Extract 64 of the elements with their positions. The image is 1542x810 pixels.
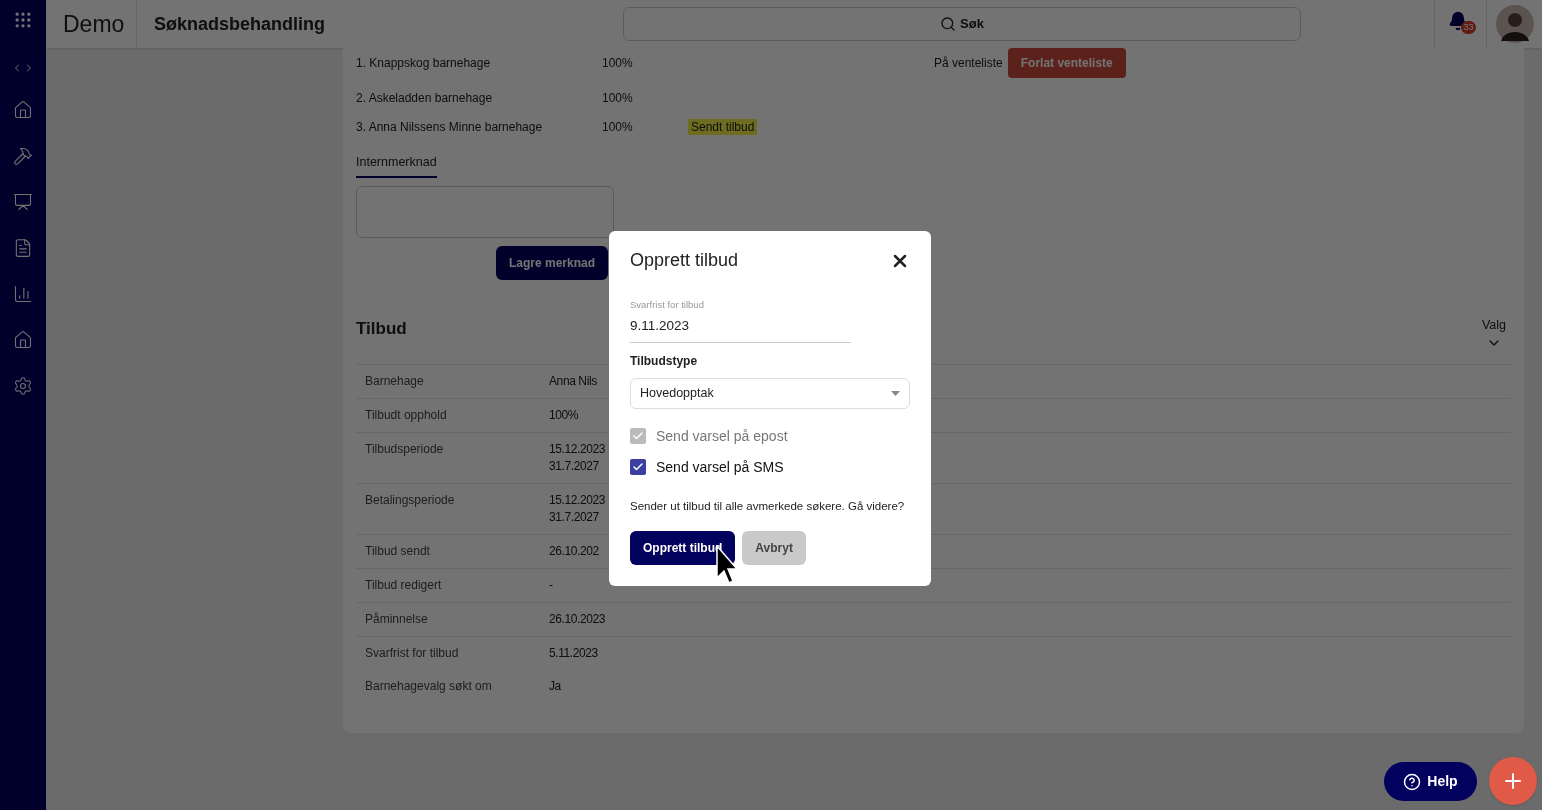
apps-grid-icon[interactable] — [13, 10, 33, 30]
field-label: Svarfrist for tilbud — [365, 644, 460, 662]
field-value: 15.12.2023 — [549, 440, 606, 458]
field-value: 100% — [549, 406, 579, 424]
field-label: Tilbudsperiode — [365, 440, 445, 458]
offer-type-label: Tilbudstype — [630, 352, 699, 370]
field-value: 26.10.2023 — [549, 610, 606, 628]
status-badge: Sendt tilbud — [688, 118, 758, 135]
tools-icon[interactable] — [13, 146, 33, 166]
checkbox-label: Send varsel på SMS — [656, 457, 784, 477]
share-percent: 100% — [602, 55, 634, 72]
cancel-button[interactable]: Avbryt — [742, 530, 806, 565]
field-value: 5.11.2023 — [549, 644, 598, 662]
field-label: Tilbud redigert — [365, 576, 443, 594]
search-icon — [940, 16, 957, 32]
field-value: Ja — [549, 677, 561, 695]
settings-icon[interactable] — [13, 376, 33, 396]
kindergarten-name: 3. Anna Nilssens Minne barnehage — [356, 118, 544, 136]
note-field[interactable] — [356, 185, 614, 238]
field-value: 26.10.202 — [549, 542, 599, 560]
offer-type-select[interactable]: Hovedopptak — [630, 377, 910, 409]
field-value: Anna Nils — [549, 372, 597, 390]
dropdown-caret-icon — [891, 390, 900, 396]
date-field[interactable]: Svarfrist for tilbud 9.11.2023 — [630, 298, 851, 343]
leave-waitlist-button[interactable]: Forlat venteliste — [1007, 48, 1126, 78]
field-value: 31.7.2027 — [549, 508, 600, 526]
field-label: Barnehagevalg søkt om — [365, 677, 493, 695]
field-label: Tilbud sendt — [365, 542, 431, 560]
field-label: Barnehage — [365, 372, 425, 390]
check-icon — [632, 461, 644, 473]
save-note-button[interactable]: Lagre merknad — [495, 245, 608, 280]
field-value: 15.12.2023 — [549, 491, 606, 509]
search-placeholder: Søk — [960, 15, 984, 34]
field-value: - — [549, 576, 553, 594]
document-icon[interactable] — [13, 238, 33, 258]
kindergarten-name: 1. Knappskog barnehage — [356, 55, 492, 72]
field-value: 31.7.2027 — [549, 457, 600, 475]
search-field[interactable]: Søk — [623, 7, 1301, 41]
confirmation-message: Sender ut tilbud til alle avmerkede søkere. Gå videre? — [630, 498, 906, 514]
field-label: Påminnelse — [365, 610, 429, 628]
share-percent: 100% — [602, 89, 634, 107]
bar-chart-icon[interactable] — [13, 284, 33, 304]
check-icon — [632, 430, 644, 442]
help-button[interactable]: Help — [1384, 762, 1477, 801]
kindergarten-name: 2. Askeladden barnehage — [356, 89, 494, 107]
note-tab[interactable]: Internmerknad — [356, 153, 437, 178]
app-name: Demo — [62, 9, 126, 39]
add-button[interactable] — [1489, 757, 1537, 805]
options-menu[interactable]: Valg — [1481, 315, 1506, 351]
checkbox[interactable] — [630, 459, 646, 475]
field-label: Tilbudt opphold — [365, 406, 448, 424]
notification-count: 33 — [1461, 21, 1476, 34]
page-title: Søknadsbehandling — [154, 12, 326, 36]
notifications-button[interactable]: 33 — [1445, 9, 1476, 39]
share-percent: 100% — [602, 118, 634, 136]
checkbox-label: Send varsel på epost — [656, 426, 788, 446]
avatar[interactable] — [1495, 5, 1534, 43]
help-icon — [1403, 772, 1422, 791]
dialog-title: Opprett tilbud — [630, 249, 739, 272]
waitlist-status: På venteliste — [934, 55, 1003, 72]
house-icon[interactable] — [13, 330, 33, 350]
field-label: Betalingsperiode — [365, 491, 456, 509]
section-title: Tilbud — [356, 317, 407, 340]
home-icon[interactable] — [13, 100, 33, 120]
